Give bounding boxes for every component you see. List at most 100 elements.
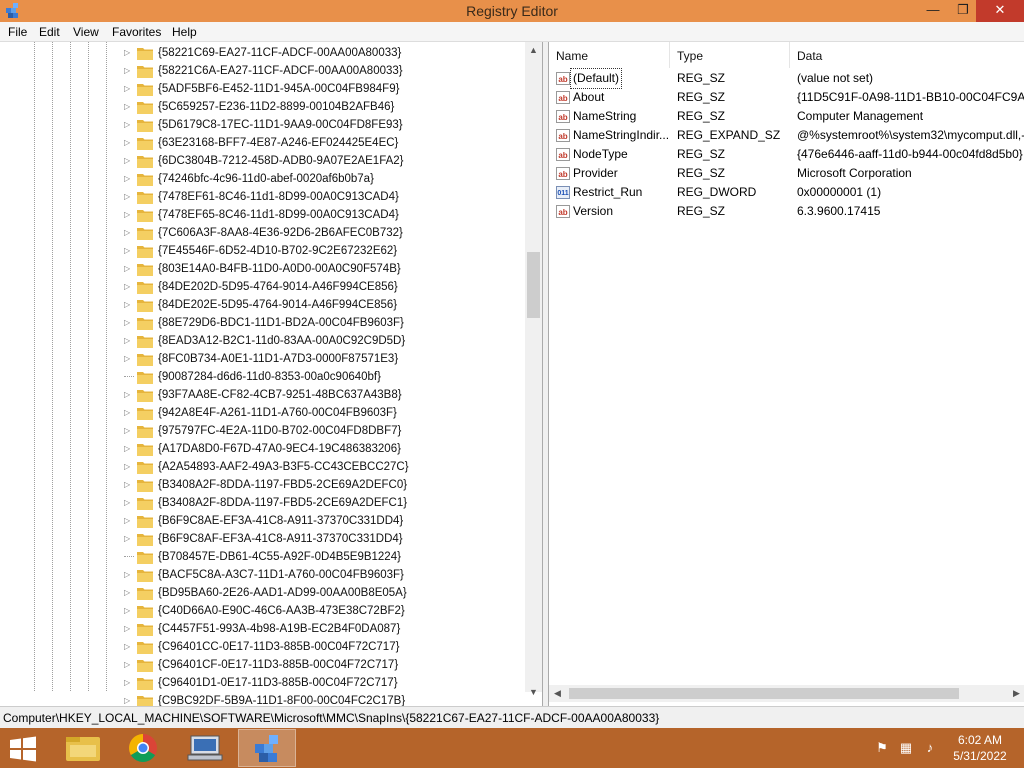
tree-node-label: {58221C69-EA27-11CF-ADCF-00AA00A80033} — [158, 47, 402, 59]
folder-icon — [137, 426, 153, 438]
expand-arrow-icon[interactable]: ▷ — [124, 458, 134, 476]
file-explorer-taskbar-button[interactable] — [54, 729, 112, 767]
expand-arrow-icon[interactable]: ▷ — [124, 674, 134, 692]
expand-arrow-icon[interactable]: ▷ — [124, 44, 134, 62]
expand-arrow-icon[interactable]: ▷ — [124, 278, 134, 296]
expand-arrow-icon[interactable]: ▷ — [124, 98, 134, 116]
string-value-icon: ab — [556, 72, 570, 85]
menu-file[interactable]: File — [8, 25, 27, 39]
close-button[interactable]: ✕ — [976, 0, 1024, 22]
expand-arrow-icon[interactable]: ▷ — [124, 602, 134, 620]
value-row[interactable]: ab NameString REG_SZ Computer Management — [549, 107, 1024, 126]
folder-icon — [137, 354, 153, 366]
expand-arrow-icon[interactable]: ▷ — [124, 530, 134, 548]
tree-node-label: {8EAD3A12-B2C1-11d0-83AA-00A0C92C9D5D} — [158, 335, 406, 347]
scroll-left-arrow-icon[interactable]: ◀ — [549, 685, 566, 702]
column-header-type[interactable]: Type — [670, 42, 790, 68]
expand-arrow-icon[interactable]: ▷ — [124, 188, 134, 206]
expand-arrow-icon[interactable]: ▷ — [124, 152, 134, 170]
expand-arrow-icon[interactable]: ▷ — [124, 692, 134, 706]
value-data: Computer Management — [797, 109, 924, 123]
folder-icon — [137, 696, 153, 706]
scroll-down-arrow-icon[interactable]: ▼ — [525, 684, 542, 701]
expand-arrow-icon[interactable]: ▷ — [124, 440, 134, 458]
scroll-right-arrow-icon[interactable]: ▶ — [1008, 685, 1024, 702]
column-header-name[interactable]: Name — [549, 42, 670, 68]
scroll-up-arrow-icon[interactable]: ▲ — [525, 42, 542, 59]
value-type: REG_EXPAND_SZ — [677, 128, 781, 142]
value-name: NameString — [573, 109, 637, 123]
expand-arrow-icon[interactable]: ▷ — [124, 242, 134, 260]
expand-arrow-icon[interactable]: ▷ — [124, 476, 134, 494]
folder-icon — [137, 606, 153, 618]
expand-arrow-icon[interactable]: ▷ — [124, 404, 134, 422]
value-row[interactable]: ab NodeType REG_SZ {476e6446-aaff-11d0-b944… — [549, 145, 1024, 164]
tree-node-label: {C96401CF-0E17-11D3-885B-00C04F72C717} — [158, 659, 399, 671]
menu-view[interactable]: View — [73, 25, 99, 39]
folder-icon — [137, 102, 153, 114]
value-row[interactable]: ab Version REG_SZ 6.3.9600.17415 — [549, 202, 1024, 221]
expand-arrow-icon[interactable]: ▷ — [124, 494, 134, 512]
value-row[interactable]: ab NameStringIndir... REG_EXPAND_SZ @%syste… — [549, 126, 1024, 145]
expand-arrow-icon[interactable]: ▷ — [124, 62, 134, 80]
tree-node-label: {C9BC92DF-5B9A-11D1-8F00-00C04FC2C17B} — [158, 695, 406, 706]
registry-editor-taskbar-button[interactable] — [238, 729, 296, 767]
minimize-button[interactable]: — — [916, 0, 950, 22]
expand-arrow-icon[interactable]: ▷ — [124, 620, 134, 638]
expand-arrow-icon[interactable]: ▷ — [124, 332, 134, 350]
folder-icon — [137, 138, 153, 150]
expand-arrow-icon[interactable]: ▷ — [124, 116, 134, 134]
menu-favorites[interactable]: Favorites — [112, 25, 161, 39]
expand-arrow-icon[interactable]: ▷ — [124, 314, 134, 332]
expand-arrow-icon[interactable]: ▷ — [124, 80, 134, 98]
title-bar: Registry Editor — ❐ ✕ — [0, 0, 1024, 22]
scroll-thumb[interactable] — [527, 252, 540, 318]
expand-arrow-icon[interactable]: ▷ — [124, 656, 134, 674]
tree-node-label: {942A8E4F-A261-11D1-A760-00C04FB9603F} — [158, 407, 397, 419]
maximize-button[interactable]: ❐ — [946, 0, 980, 22]
value-row[interactable]: ab (Default) REG_SZ (value not set) — [549, 68, 1024, 89]
value-type: REG_SZ — [677, 166, 726, 180]
tree-node-label: {63E23168-BFF7-4E87-A246-EF024425E4EC} — [158, 137, 399, 149]
expand-arrow-icon[interactable]: ▷ — [124, 296, 134, 314]
remote-desktop-taskbar-button[interactable] — [176, 729, 234, 767]
expand-arrow-icon[interactable]: ▷ — [124, 260, 134, 278]
expand-arrow-icon[interactable]: ▷ — [124, 638, 134, 656]
value-type: REG_SZ — [677, 71, 726, 85]
tree-node-label: {B3408A2F-8DDA-1197-FBD5-2CE69A2DEFC1} — [158, 497, 408, 509]
expand-arrow-icon[interactable]: ▷ — [124, 422, 134, 440]
tree-vertical-scrollbar[interactable]: ▲ ▼ — [525, 42, 542, 697]
menu-help[interactable]: Help — [172, 25, 197, 39]
value-row[interactable]: 011 Restrict_Run REG_DWORD 0x00000001 (1) — [549, 183, 1024, 202]
values-list[interactable]: Name Type Data ab (Default) REG_SZ (value n… — [548, 42, 1024, 706]
folder-icon — [137, 156, 153, 168]
scroll-thumb[interactable] — [569, 688, 959, 699]
expand-arrow-icon[interactable]: ▷ — [124, 386, 134, 404]
file-explorer-icon — [66, 737, 100, 761]
windows-start-icon[interactable] — [8, 736, 38, 762]
folder-icon — [137, 588, 153, 600]
values-horizontal-scrollbar[interactable]: ◀ ▶ — [549, 685, 1024, 702]
expand-arrow-icon[interactable]: ▷ — [124, 584, 134, 602]
action-center-flag-icon[interactable]: ⚑ — [874, 740, 890, 756]
expand-arrow-icon[interactable]: ▷ — [124, 170, 134, 188]
tree-node-label: {84DE202E-5D95-4764-9014-A46F994CE856} — [158, 299, 398, 311]
value-row[interactable]: ab About REG_SZ {11D5C91F-0A98-11D1-BB10-00… — [549, 88, 1024, 107]
taskbar-clock[interactable]: 6:02 AM 5/31/2022 — [940, 732, 1020, 764]
column-header-data[interactable]: Data — [790, 42, 1024, 68]
expand-arrow-icon[interactable]: ▷ — [124, 566, 134, 584]
menu-edit[interactable]: Edit — [39, 25, 60, 39]
expand-arrow-icon[interactable]: ▷ — [124, 350, 134, 368]
key-tree[interactable]: ▷ {58221C69-EA27-11CF-ADCF-00AA00A80033} ▷… — [0, 42, 543, 706]
expand-arrow-icon[interactable]: ▷ — [124, 512, 134, 530]
chrome-taskbar-button[interactable] — [114, 729, 172, 767]
expand-arrow-icon[interactable]: ▷ — [124, 224, 134, 242]
network-icon[interactable]: ▦ — [898, 740, 914, 756]
volume-muted-icon[interactable]: ♪ — [922, 740, 938, 756]
tree-node-label: {7478EF61-8C46-11d1-8D99-00A0C913CAD4} — [158, 191, 399, 203]
value-row[interactable]: ab Provider REG_SZ Microsoft Corporation — [549, 164, 1024, 183]
tree-node-label: {58221C6A-EA27-11CF-ADCF-00AA00A80033} — [158, 65, 403, 77]
folder-icon — [137, 570, 153, 582]
expand-arrow-icon[interactable]: ▷ — [124, 206, 134, 224]
expand-arrow-icon[interactable]: ▷ — [124, 134, 134, 152]
